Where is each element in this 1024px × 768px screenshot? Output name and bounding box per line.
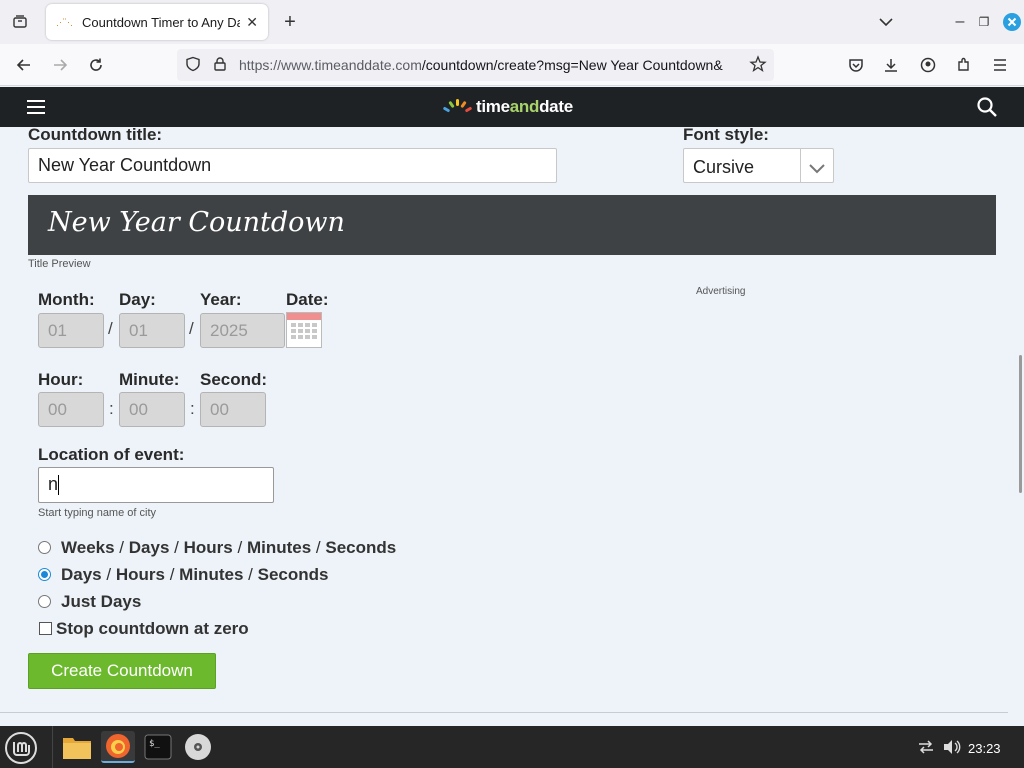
year-input[interactable]: 2025 (200, 313, 285, 348)
title-label: Countdown title: (28, 127, 163, 144)
text-cursor (58, 475, 60, 496)
title-input[interactable]: New Year Countdown (28, 148, 557, 183)
font-style-value: Cursive (693, 157, 755, 177)
minute-label: Minute: (119, 370, 180, 389)
mint-menu-icon[interactable] (4, 731, 38, 768)
font-style-label: Font style: (683, 127, 769, 144)
date-separator: / (189, 319, 194, 338)
month-label: Month: (38, 290, 95, 309)
clock[interactable]: 23:23 (968, 741, 1001, 756)
volume-icon[interactable] (943, 739, 961, 760)
disc-app-icon[interactable] (181, 731, 215, 763)
menu-icon[interactable] (986, 51, 1014, 79)
restore-icon[interactable]: ❐ (970, 8, 998, 36)
advertising-label: Advertising (696, 286, 746, 297)
title-preview: New Year Countdown (28, 195, 996, 255)
second-input[interactable]: 00 (200, 392, 266, 427)
tab-countdown[interactable]: ⋰⋱ Countdown Timer to Any Da ✕ (46, 4, 268, 40)
scrollbar[interactable] (1019, 355, 1022, 493)
bookmark-star-icon[interactable] (749, 55, 767, 76)
option-just-days-label[interactable]: Just Days (61, 592, 141, 612)
create-countdown-button[interactable]: Create Countdown (28, 653, 216, 689)
search-icon[interactable] (976, 96, 998, 123)
network-icon[interactable] (917, 739, 935, 760)
logo-text: timeanddate (476, 97, 573, 116)
radio-just-days[interactable] (38, 595, 51, 608)
terminal-app-icon[interactable]: $_ (141, 731, 175, 763)
logo-burst-icon (442, 97, 473, 117)
back-icon[interactable] (10, 51, 38, 79)
location-value: n (48, 474, 59, 494)
month-input[interactable]: 01 (38, 313, 104, 348)
tracking-shield-icon[interactable] (185, 56, 201, 75)
account-icon[interactable] (914, 51, 942, 79)
tab-bar: ⋰⋱ Countdown Timer to Any Da ✕ + – ❐ (0, 0, 1024, 44)
stop-at-zero-checkbox[interactable] (39, 622, 52, 635)
day-input[interactable]: 01 (119, 313, 185, 348)
tab-list-icon[interactable] (6, 8, 34, 36)
radio-weeks[interactable] (38, 541, 51, 554)
time-separator: : (190, 399, 195, 418)
year-label: Year: (200, 290, 242, 309)
countdown-form: Countdown title: New Year Countdown Font… (0, 127, 1024, 717)
chevron-down-icon[interactable] (872, 8, 900, 36)
site-logo[interactable]: timeanddate (442, 96, 573, 118)
divider (0, 712, 1008, 713)
svg-text:$_: $_ (149, 739, 160, 749)
close-tab-icon[interactable]: ✕ (246, 14, 258, 31)
location-hint: Start typing name of city (38, 507, 156, 519)
time-separator: : (109, 399, 114, 418)
pocket-icon[interactable] (842, 51, 870, 79)
hamburger-menu-icon[interactable] (26, 99, 46, 120)
location-input[interactable]: n (38, 467, 274, 503)
location-label: Location of event: (38, 445, 185, 464)
hour-input[interactable]: 00 (38, 392, 104, 427)
tab-title: Countdown Timer to Any Da (82, 14, 241, 30)
chevron-down-icon (808, 159, 826, 180)
forward-icon[interactable] (46, 51, 74, 79)
firefox-app-icon[interactable] (101, 731, 135, 763)
lock-icon[interactable] (213, 56, 227, 75)
stop-at-zero-label[interactable]: Stop countdown at zero (56, 619, 249, 639)
preview-title: New Year Countdown (48, 207, 345, 238)
url-text: https://www.timeanddate.com/countdown/cr… (239, 57, 723, 73)
reload-icon[interactable] (82, 51, 110, 79)
hour-label: Hour: (38, 370, 84, 389)
radio-days[interactable] (38, 568, 51, 581)
download-icon[interactable] (877, 51, 905, 79)
new-tab-icon[interactable]: + (276, 8, 304, 36)
files-app-icon[interactable] (60, 731, 94, 763)
option-weeks-label[interactable]: Weeks / Days / Hours / Minutes / Seconds (61, 538, 396, 558)
favicon-icon: ⋰⋱ (56, 16, 73, 27)
preview-caption: Title Preview (28, 258, 91, 270)
window-close-icon[interactable] (998, 8, 1024, 36)
extensions-icon[interactable] (950, 51, 978, 79)
second-label: Second: (200, 370, 268, 389)
url-bar[interactable]: https://www.timeanddate.com/countdown/cr… (177, 49, 774, 81)
day-label: Day: (119, 290, 156, 309)
option-days-label[interactable]: Days / Hours / Minutes / Seconds (61, 565, 328, 585)
minute-input[interactable]: 00 (119, 392, 185, 427)
calendar-icon[interactable] (286, 312, 322, 348)
date-label: Date: (286, 290, 329, 309)
font-style-select[interactable]: Cursive (683, 148, 834, 183)
date-separator: / (108, 319, 113, 338)
